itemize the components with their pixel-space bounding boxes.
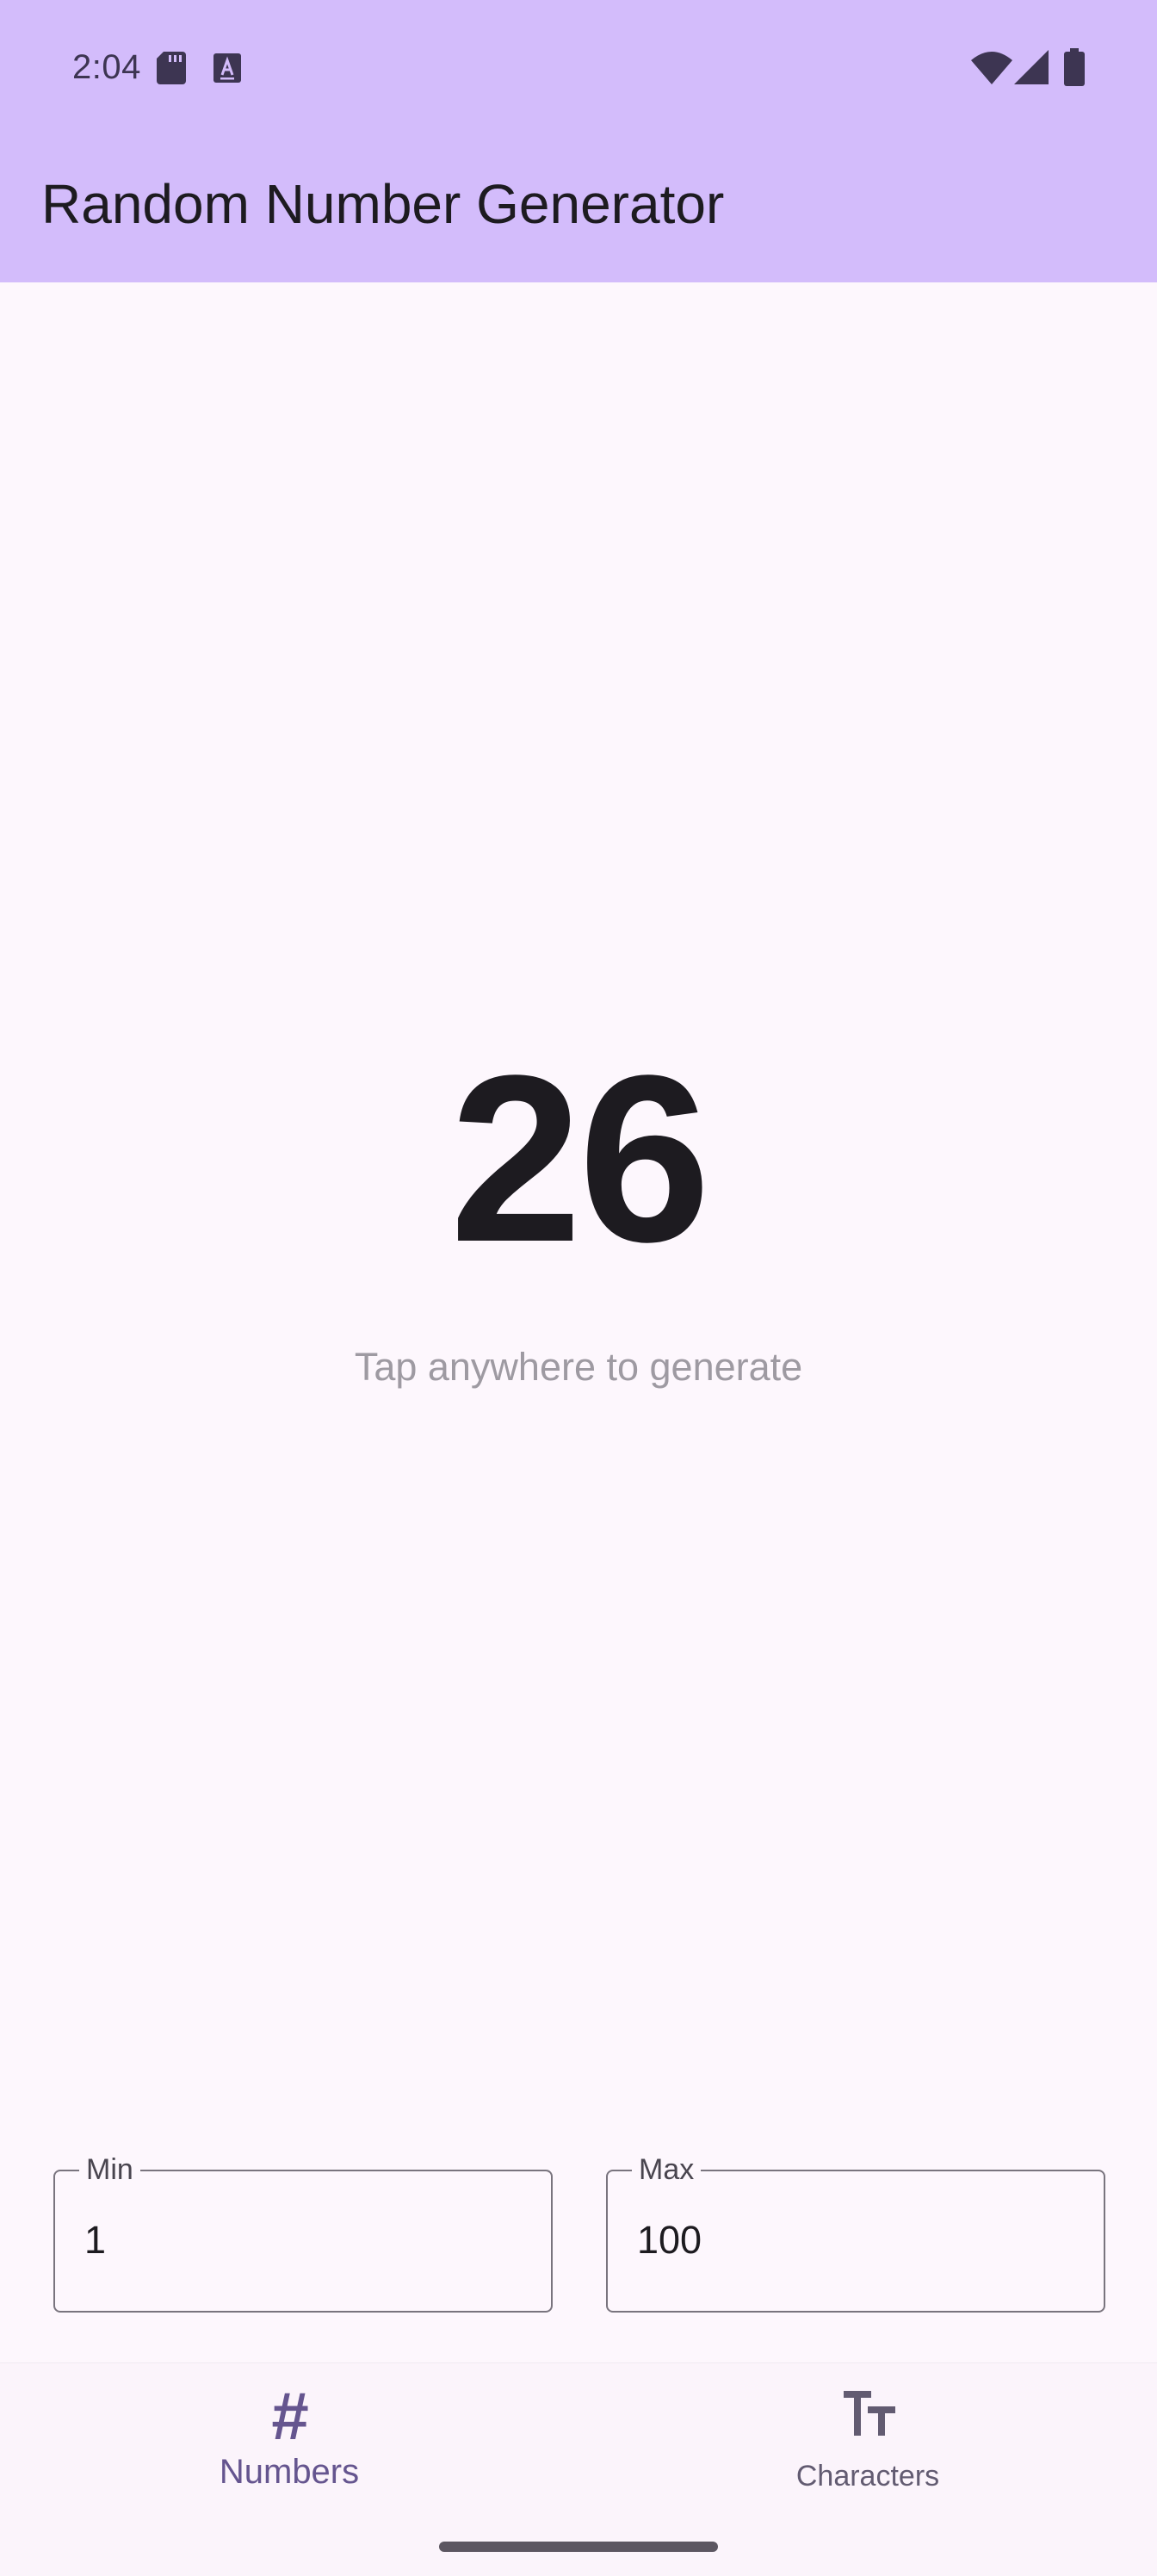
app-title: Random Number Generator <box>41 173 725 235</box>
wifi-icon <box>971 52 1012 84</box>
min-input[interactable] <box>84 2213 515 2268</box>
cellular-signal-icon <box>1014 50 1049 84</box>
nav-item-numbers[interactable]: # Numbers <box>0 2363 578 2536</box>
app-bar: Random Number Generator <box>0 138 1157 282</box>
random-number-display: 26 <box>449 1026 711 1291</box>
app-screen: 2:04 Random Number Generator 26 Tap anyw… <box>0 0 1157 2576</box>
min-field-label: Min <box>79 2152 140 2187</box>
tap-hint-text: Tap anywhere to generate <box>354 1345 803 1389</box>
nav-item-characters[interactable]: Characters <box>578 2363 1157 2536</box>
max-field[interactable]: Max <box>606 2152 1105 2313</box>
sd-card-icon <box>157 52 186 84</box>
status-time: 2:04 <box>72 48 141 86</box>
nav-label-numbers: Numbers <box>219 2453 360 2491</box>
text-a-icon <box>213 53 241 83</box>
generate-tap-area[interactable]: 26 Tap anywhere to generate <box>0 282 1157 2116</box>
min-field[interactable]: Min <box>53 2152 553 2313</box>
text-size-icon <box>844 2391 895 2436</box>
max-input[interactable] <box>637 2213 1067 2268</box>
battery-icon <box>1064 48 1085 86</box>
nav-label-characters: Characters <box>795 2460 940 2492</box>
max-field-label: Max <box>632 2152 702 2187</box>
home-indicator[interactable] <box>439 2542 718 2552</box>
status-bar: 2:04 <box>0 0 1157 138</box>
hash-icon: # <box>270 2378 308 2454</box>
